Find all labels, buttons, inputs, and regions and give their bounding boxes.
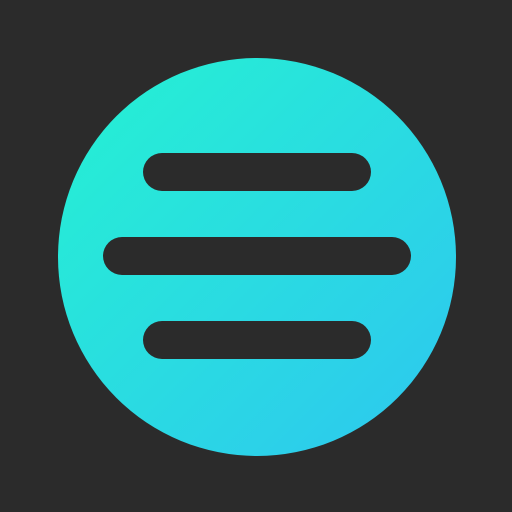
menu-bar-bottom xyxy=(143,321,371,359)
menu-bar-top xyxy=(143,153,371,191)
menu-bar-middle xyxy=(103,237,411,275)
icon-canvas xyxy=(0,0,512,512)
menu-button[interactable] xyxy=(58,58,456,456)
